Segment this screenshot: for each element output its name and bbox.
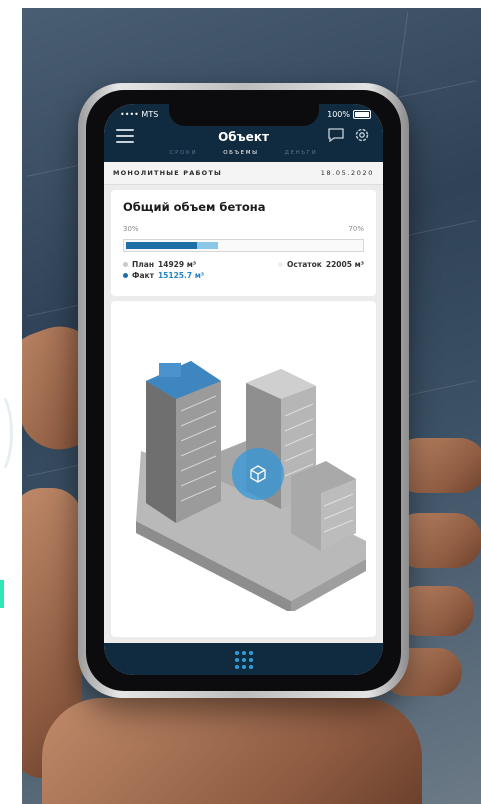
remainder-label: Остаток xyxy=(287,260,322,269)
concrete-volume-card: Общий объем бетона 30% 70% План 14929 м³… xyxy=(111,190,376,296)
tab-schedule[interactable]: СРОКИ xyxy=(170,150,198,162)
building-model-view[interactable] xyxy=(111,301,376,637)
fact-percent-label: 30% xyxy=(123,225,139,233)
open-3d-model-button[interactable] xyxy=(232,448,284,500)
section-title: МОНОЛИТНЫЕ РАБОТЫ xyxy=(113,169,222,177)
plan-percent-label: 70% xyxy=(348,225,364,233)
section-header: МОНОЛИТНЫЕ РАБОТЫ 18.05.2020 xyxy=(104,162,383,185)
gear-icon[interactable] xyxy=(353,126,371,144)
app-screen: •••• MTS 100% Объект СРОКИ ОБЪЕМЫ ДЕНЬГИ… xyxy=(104,104,383,675)
plan-value: 14929 м³ xyxy=(158,260,197,269)
remainder-value: 22005 м³ xyxy=(325,260,364,269)
fact-value: 15125.7 м³ xyxy=(157,271,205,280)
phone-notch xyxy=(168,104,319,126)
decorative-arc xyxy=(0,390,13,476)
plan-label: План xyxy=(132,260,155,269)
legend-plan: План 14929 м³ xyxy=(123,260,196,269)
fact-dot-icon xyxy=(123,273,128,278)
tab-bar: СРОКИ ОБЪЕМЫ ДЕНЬГИ xyxy=(104,150,383,165)
cube-icon xyxy=(250,465,266,483)
battery-icon xyxy=(353,110,371,119)
grid-dots-icon[interactable] xyxy=(234,651,253,669)
accent-bar xyxy=(0,580,4,608)
tab-money[interactable]: ДЕНЬГИ xyxy=(285,150,318,162)
tab-volumes[interactable]: ОБЪЕМЫ xyxy=(221,150,261,165)
progress-fact-fill xyxy=(126,242,197,249)
card-title: Общий объем бетона xyxy=(123,200,266,214)
fact-label: Факт xyxy=(132,271,154,280)
phone-device: •••• MTS 100% Объект СРОКИ ОБЪЕМЫ ДЕНЬГИ… xyxy=(78,83,409,698)
legend-remainder: Остаток 22005 м³ xyxy=(278,260,364,269)
carrier-label: •••• MTS xyxy=(120,110,159,119)
bottom-nav-bar xyxy=(104,643,383,675)
legend-fact: Факт 15125.7 м³ xyxy=(123,271,204,280)
progress-bar xyxy=(123,239,364,252)
plan-dot-icon xyxy=(123,262,128,267)
battery-percent: 100% xyxy=(327,110,350,119)
remainder-dot-icon xyxy=(278,262,284,267)
section-date: 18.05.2020 xyxy=(320,169,374,177)
chat-bubble-icon[interactable] xyxy=(327,128,345,142)
battery-indicator: 100% xyxy=(327,110,371,119)
phone-bezel: •••• MTS 100% Объект СРОКИ ОБЪЕМЫ ДЕНЬГИ… xyxy=(86,90,401,691)
